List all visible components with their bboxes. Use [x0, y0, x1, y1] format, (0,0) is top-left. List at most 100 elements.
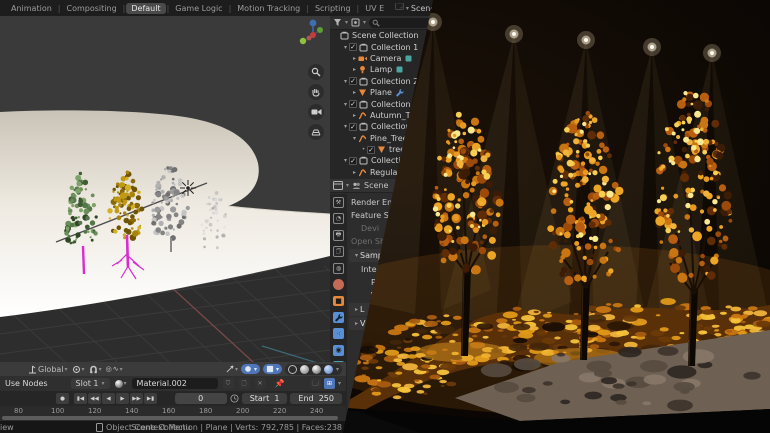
- expand-open-icon[interactable]: ▾: [353, 252, 360, 259]
- restrict-icon[interactable]: [395, 65, 404, 74]
- ruler-tick-220: 220: [273, 407, 286, 415]
- expand-closed-icon[interactable]: ▸: [351, 169, 358, 176]
- expand-closed-icon[interactable]: ▸: [353, 306, 360, 313]
- new-material-button[interactable]: 🗋: [239, 378, 250, 389]
- shading-material-icon[interactable]: [312, 365, 321, 374]
- tab-motion-tracking[interactable]: Motion Tracking: [232, 3, 305, 14]
- properties-tab-render-icon[interactable]: ◔: [333, 213, 344, 224]
- zoom-icon[interactable]: [308, 64, 324, 80]
- timeline-scrollbar[interactable]: [2, 416, 338, 420]
- properties-tab-modifiers-icon[interactable]: [333, 312, 344, 323]
- visibility-checkbox[interactable]: ✓: [349, 77, 357, 85]
- tab-game-logic[interactable]: Game Logic: [170, 3, 227, 14]
- properties-tab-scene-icon[interactable]: ◍: [333, 263, 344, 274]
- shading-wireframe-icon[interactable]: [288, 365, 297, 374]
- properties-tab-output-icon[interactable]: 🖶: [333, 230, 344, 241]
- collection-icon: [359, 100, 368, 109]
- expand-open-icon[interactable]: ▾: [342, 157, 349, 164]
- outliner-item-label: Scene Collection: [352, 31, 419, 40]
- mesh-icon: [358, 88, 367, 97]
- prev-keyframe-button[interactable]: ◀◀: [88, 393, 101, 404]
- properties-tab-tool-icon[interactable]: ⚒: [333, 197, 344, 208]
- fake-user-shield-icon[interactable]: ⛉: [223, 378, 234, 389]
- pivot-point-dropdown[interactable]: ▾: [72, 365, 85, 374]
- pan-hand-icon[interactable]: [308, 84, 324, 100]
- shading-rendered-icon[interactable]: [324, 365, 333, 374]
- play-button[interactable]: ▶: [116, 393, 129, 404]
- property-label: Devi: [361, 224, 379, 233]
- unlink-material-button[interactable]: ✕: [255, 378, 266, 389]
- expand-closed-icon[interactable]: ▸: [353, 320, 360, 327]
- expand-open-icon[interactable]: ▾: [342, 123, 349, 130]
- workspace-tabs: Animation|Compositing|Default|Game Logic…: [6, 4, 389, 13]
- expand-closed-icon[interactable]: ▸: [351, 55, 358, 62]
- expand-open-icon[interactable]: ▾: [342, 44, 349, 51]
- camera-view-icon[interactable]: [308, 104, 324, 120]
- display-mode-icon[interactable]: [351, 18, 360, 27]
- next-keyframe-button[interactable]: ▶▶: [130, 393, 143, 404]
- shading-solid-icon[interactable]: [300, 365, 309, 374]
- tab-compositing[interactable]: Compositing: [62, 3, 122, 14]
- gizmo-icon: [226, 365, 234, 373]
- pin-icon[interactable]: 📌: [275, 379, 285, 388]
- jump-to-end-button[interactable]: ▶▮: [144, 393, 157, 404]
- node-display-icon[interactable]: 🗔: [310, 378, 321, 389]
- properties-tab-object-icon[interactable]: ■: [333, 296, 344, 307]
- visibility-checkbox[interactable]: ✓: [367, 146, 375, 154]
- timeline-ruler[interactable]: 80100120140160180200220240: [0, 406, 346, 421]
- current-frame-field[interactable]: 0: [175, 393, 227, 404]
- expand-closed-icon[interactable]: ▸: [351, 112, 358, 119]
- visibility-checkbox[interactable]: ✓: [349, 100, 357, 108]
- play-reverse-button[interactable]: ◀: [102, 393, 115, 404]
- expand-closed-icon[interactable]: ▸: [351, 66, 358, 73]
- camera-icon: [358, 54, 367, 63]
- properties-tab-physics-icon[interactable]: ◉: [333, 345, 344, 356]
- start-frame-field[interactable]: Start 1: [242, 393, 288, 404]
- expand-open-icon[interactable]: ▾: [351, 135, 358, 142]
- screen-layout-icon[interactable]: 🗔: [395, 1, 404, 15]
- outliner-row-collection-1[interactable]: ▾✓Collection 1: [330, 41, 436, 52]
- tab-default[interactable]: Default: [126, 3, 165, 14]
- ruler-tick-80: 80: [14, 407, 23, 415]
- perspective-toggle-icon[interactable]: [308, 124, 324, 140]
- outliner-search-input[interactable]: [369, 18, 433, 28]
- chevron-down-icon: ▾: [363, 19, 366, 26]
- material-name-field[interactable]: Material.002: [132, 378, 218, 389]
- curve-icon: [358, 168, 367, 177]
- filter-icon[interactable]: [333, 18, 342, 27]
- overlays-toggle[interactable]: ▾: [241, 364, 260, 374]
- proportional-edit-dropdown[interactable]: ◎ ∿ ▾: [106, 365, 123, 373]
- end-frame-field[interactable]: End 250: [290, 393, 342, 404]
- properties-tab-particles-icon[interactable]: ⁖: [333, 328, 344, 339]
- navigation-gizmo[interactable]: [296, 18, 326, 52]
- snap-toggle[interactable]: ▾: [89, 365, 102, 374]
- slot-dropdown[interactable]: Slot 1▾: [71, 378, 110, 389]
- snap-node-icon[interactable]: ⊞: [324, 378, 335, 389]
- editor-type-icon[interactable]: [333, 181, 343, 190]
- properties-tab-view-layer-icon[interactable]: 🗇: [333, 246, 344, 257]
- record-button[interactable]: ●: [56, 393, 69, 404]
- tab-scripting[interactable]: Scripting: [310, 3, 356, 14]
- use-nodes-button[interactable]: Use Nodes: [5, 379, 48, 388]
- visibility-checkbox[interactable]: ✓: [349, 123, 357, 131]
- material-browse-dropdown[interactable]: ▾: [115, 380, 127, 388]
- magnet-icon: [89, 365, 98, 374]
- jump-to-start-button[interactable]: ▮◀: [74, 393, 87, 404]
- outliner-row-scene-collection[interactable]: Scene Collection: [330, 30, 436, 41]
- visibility-checkbox[interactable]: ✓: [349, 43, 357, 51]
- expand-open-icon[interactable]: ▾: [342, 101, 349, 108]
- visibility-checkbox[interactable]: ✓: [349, 157, 357, 165]
- modifier-icon[interactable]: [395, 88, 404, 97]
- tab-animation[interactable]: Animation: [6, 3, 57, 14]
- restrict-icon[interactable]: [404, 54, 413, 63]
- overlays-icon: [244, 365, 252, 373]
- expand-open-icon[interactable]: ▾: [342, 78, 349, 85]
- viewport-3d[interactable]: [0, 16, 330, 362]
- properties-tab-world-icon[interactable]: [333, 279, 344, 290]
- transform-orientation-dropdown[interactable]: Global▾: [28, 365, 68, 374]
- collection-icon: [340, 31, 349, 40]
- expand-closed-icon[interactable]: ▸: [351, 89, 358, 96]
- gizmos-dropdown[interactable]: ▾: [226, 365, 238, 373]
- tab-uv-e[interactable]: UV E: [360, 3, 389, 14]
- xray-toggle[interactable]: ▾: [263, 364, 282, 374]
